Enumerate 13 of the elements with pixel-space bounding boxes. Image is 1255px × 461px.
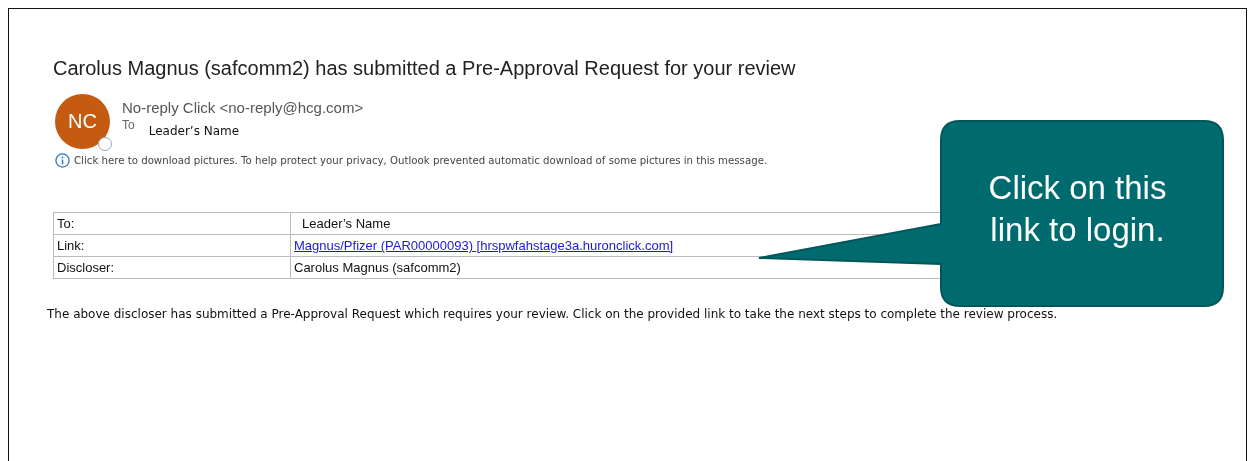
table-cell: To: (53, 212, 291, 235)
body-paragraph: The above discloser has submitted a Pre-Approval Request which requires your review. Click on the provided link to take the next steps to complete the review process. (47, 307, 1059, 321)
to-label: To (122, 118, 135, 132)
sender-avatar: NC (55, 94, 110, 149)
table-cell: Discloser: (53, 256, 291, 279)
info-icon (55, 153, 70, 168)
sender-address: No-reply Click <no-reply@hcg.com> (122, 99, 364, 116)
presence-icon (98, 137, 112, 151)
info-bar-message[interactable]: Click here to download pictures. To help protect your privacy, Outlook prevented automatic download of some pictures in this message. (74, 155, 768, 166)
recipient-name: Leader’s Name (148, 124, 240, 138)
table-cell: Link: (53, 234, 291, 257)
email-subject: Carolus Magnus (safcomm2) has submitted a Pre-Approval Request for your review (53, 57, 797, 80)
review-link[interactable]: Magnus/Pfizer (PAR00000093) [hrspwfahstage3a.huronclick.com] (294, 238, 674, 253)
